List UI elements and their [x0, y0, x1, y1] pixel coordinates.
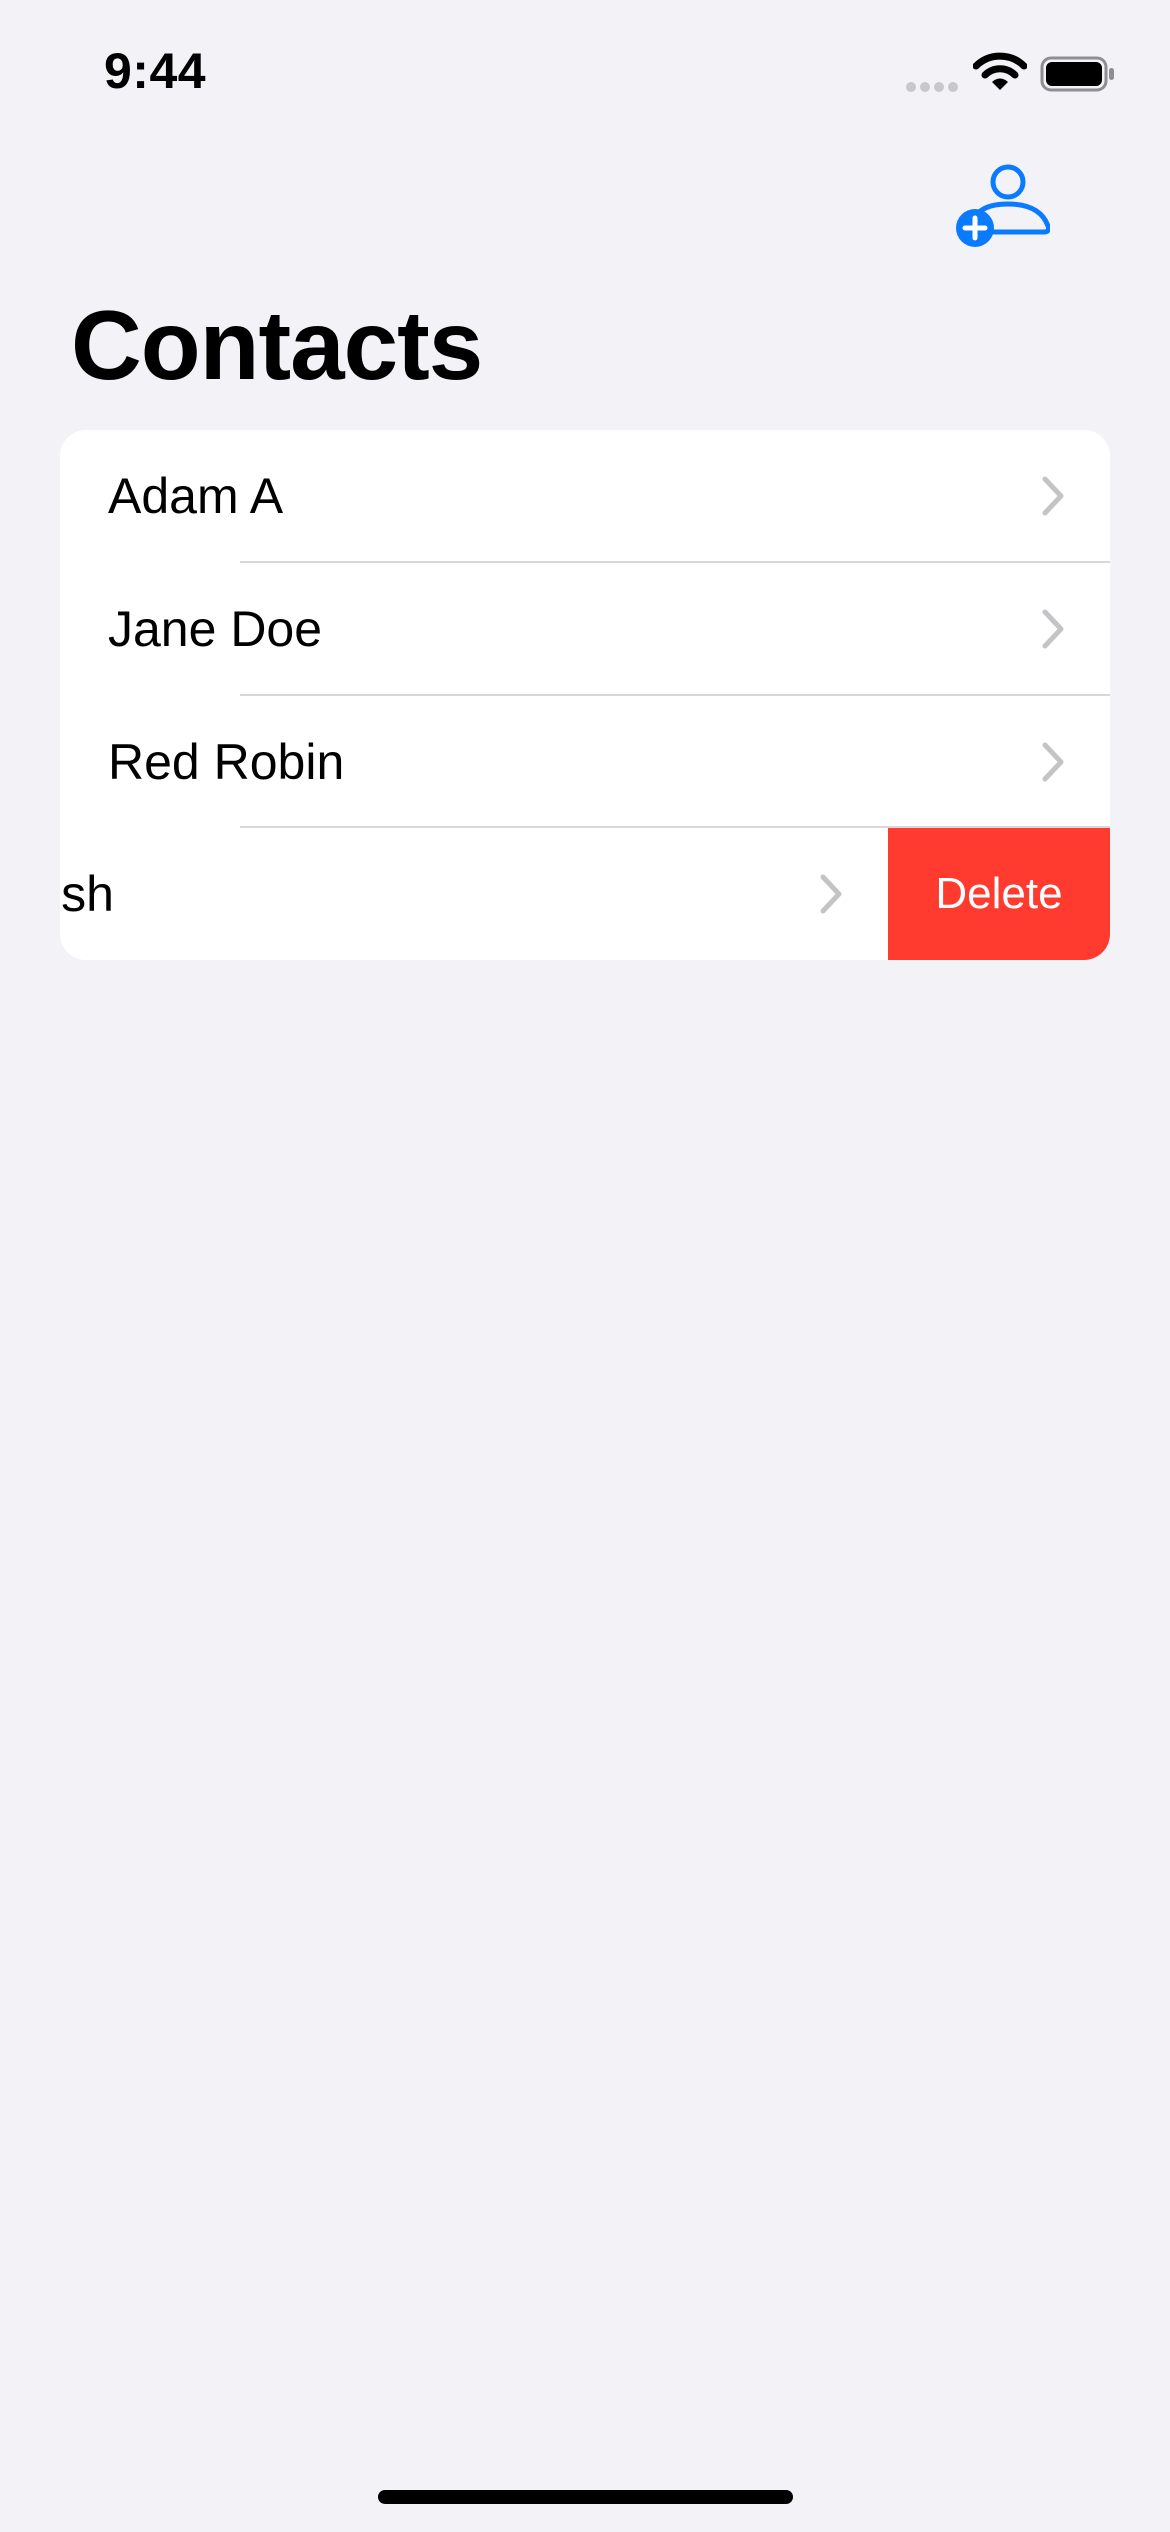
person-add-icon: [956, 164, 1051, 247]
chevron-right-icon: [1042, 742, 1064, 782]
status-time: 9:44: [104, 43, 207, 99]
contact-name: Jane Doe: [108, 601, 323, 657]
add-contact-button[interactable]: [950, 160, 1051, 252]
chevron-right-icon: [1042, 476, 1064, 516]
status-bar: 9:44: [0, 0, 1170, 150]
home-indicator[interactable]: [378, 2490, 793, 2504]
contact-name: Red Robin: [108, 734, 345, 790]
contact-name-visible: acintosh: [60, 866, 114, 922]
chevron-right-icon: [820, 874, 842, 914]
list-item[interactable]: Adam A: [60, 430, 1110, 562]
contact-name: Adam A: [108, 468, 284, 524]
cellular-signal-icon: [906, 80, 962, 94]
list-item[interactable]: Red Robin: [60, 696, 1110, 828]
chevron-right-icon: [1042, 609, 1064, 649]
page-title: Contacts: [71, 290, 483, 400]
list-item[interactable]: Jane Doe: [60, 563, 1110, 695]
delete-button[interactable]: Delete: [888, 828, 1110, 960]
list-item[interactable]: Macintosh: [60, 828, 888, 960]
contact-name: Macintosh: [60, 828, 114, 960]
list-item-swiped[interactable]: Macintosh Delete: [60, 828, 1110, 960]
contacts-list: Adam A Jane Doe Red Robin Macintosh Dele…: [60, 430, 1110, 960]
battery-full-icon: [1040, 56, 1114, 92]
wifi-icon: [973, 52, 1027, 90]
